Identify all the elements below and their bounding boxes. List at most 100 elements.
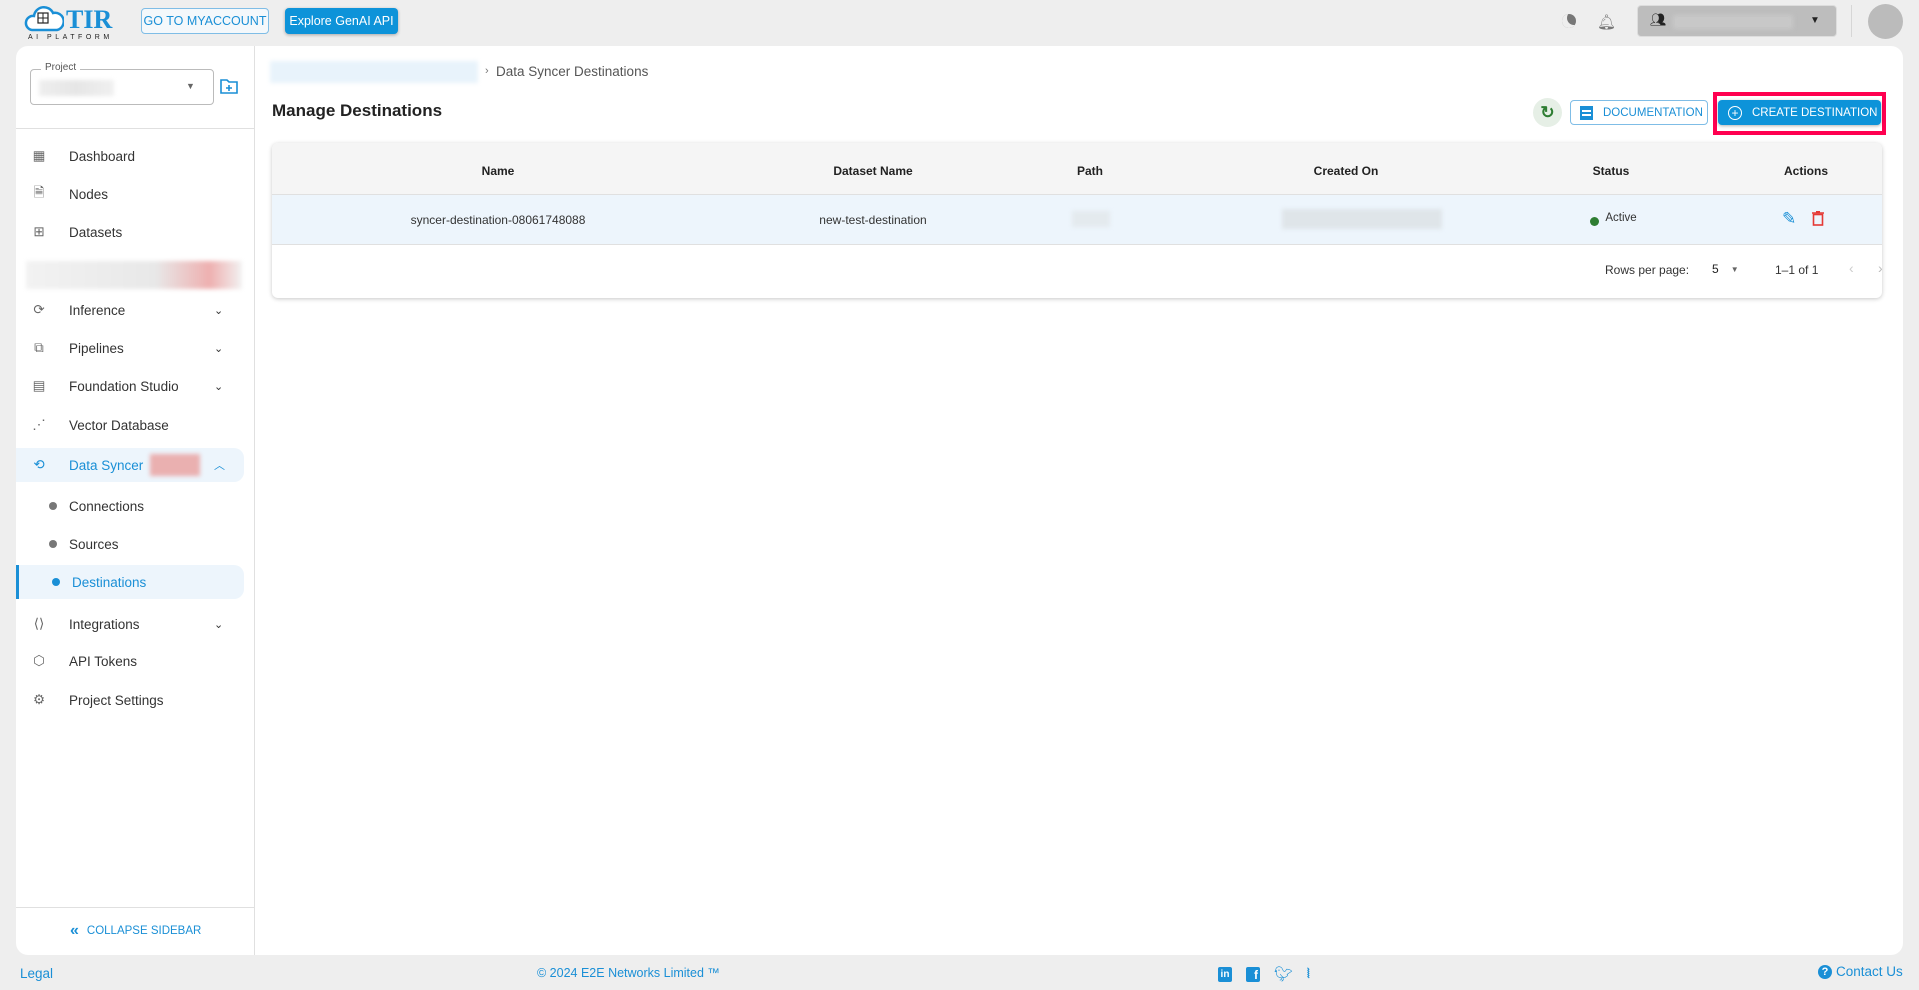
chevron-down-icon: ▼ <box>1810 15 1820 26</box>
create-label: CREATE DESTINATION <box>1752 106 1878 119</box>
status-active-dot <box>1590 217 1599 226</box>
destination-name: syncer-destination-08061748088 <box>410 213 586 227</box>
sync-icon: ⟲ <box>33 457 45 472</box>
add-folder-icon[interactable] <box>220 78 238 94</box>
twitter-icon[interactable]: 🐦︎ <box>1274 965 1293 983</box>
sidebar-item-dashboard[interactable]: ▦ Dashboard <box>16 139 244 173</box>
add-circle-icon: + <box>1728 105 1742 120</box>
page-title: Manage Destinations <box>272 101 443 120</box>
sidebar-item-label: Datasets <box>69 224 123 240</box>
sidebar-subitem-connections[interactable]: Connections <box>16 489 244 523</box>
documentation-button[interactable]: DOCUMENTATION <box>1570 100 1708 125</box>
refresh-button[interactable]: ↻ <box>1533 98 1562 127</box>
inference-icon: ⟳ <box>33 302 45 317</box>
sidebar-item-data-syncer[interactable]: ⟲ Data Syncer ︿ <box>16 448 244 482</box>
explore-genai-button[interactable]: Explore GenAI API <box>285 8 398 34</box>
account-selector[interactable]: 👥︎ ▼ <box>1637 5 1837 37</box>
bullet-icon <box>49 502 57 510</box>
double-chevron-left-icon: « <box>70 922 79 939</box>
sidebar-subitem-destinations[interactable]: Destinations <box>16 565 244 599</box>
table-row[interactable]: syncer-destination-08061748088 new-test-… <box>272 195 1882 245</box>
rows-per-page-value: 5 <box>1712 262 1719 276</box>
avatar[interactable] <box>1868 4 1903 39</box>
sidebar-subitem-sources[interactable]: Sources <box>16 527 244 561</box>
sidebar-item-label: Inference <box>69 302 126 318</box>
sidebar-item-label: Data Syncer <box>69 457 144 473</box>
contact-us-link[interactable]: ? Contact Us <box>1818 964 1903 979</box>
bullet-icon <box>52 578 60 586</box>
sidebar-item-label: Vector Database <box>69 417 169 433</box>
breadcrumb-redacted <box>270 61 478 83</box>
redacted-item <box>26 261 242 289</box>
sidebar-item-label: Project Settings <box>69 692 164 708</box>
chevron-down-icon: ⌄ <box>214 304 224 317</box>
rows-per-page-label: Rows per page: <box>1605 263 1690 277</box>
pipeline-icon: ⧉ <box>34 340 44 355</box>
logo[interactable]: TIR AI PLATFORM <box>24 4 119 42</box>
sidebar: Project ▼ ▦ Dashboard 🗎︎ Nodes ⊞ Datasets ⟳… <box>16 46 255 955</box>
sidebar-item-nodes[interactable]: 🗎︎ Nodes <box>16 177 244 211</box>
sidebar-item-pipelines[interactable]: ⧉ Pipelines ⌄ <box>16 331 244 365</box>
rss-icon[interactable]: ⦚ <box>1307 966 1310 982</box>
column-header[interactable]: Name <box>482 164 515 178</box>
chevron-down-icon: ⌄ <box>214 342 224 355</box>
breadcrumb-current: Data Syncer Destinations <box>496 64 649 79</box>
linkedin-icon[interactable]: in <box>1218 966 1232 982</box>
column-header: Actions <box>1783 164 1829 178</box>
sidebar-item-label: Dashboard <box>69 148 136 164</box>
main-card: Project ▼ ▦ Dashboard 🗎︎ Nodes ⊞ Datasets ⟳… <box>16 46 1903 955</box>
gear-icon: ⚙ <box>32 692 46 707</box>
facebook-icon[interactable]: f <box>1246 966 1260 982</box>
collapse-label: COLLAPSE SIDEBAR <box>86 925 202 937</box>
sidebar-item-vector-database[interactable]: ⋰ Vector Database <box>16 408 244 442</box>
sidebar-item-datasets[interactable]: ⊞ Datasets <box>16 215 244 249</box>
sidebar-item-label: Sources <box>69 536 119 552</box>
cloud-logo-icon <box>24 6 64 32</box>
column-header[interactable]: Path <box>1077 164 1103 178</box>
edit-icon[interactable]: ✎ <box>1782 209 1796 229</box>
sidebar-item-foundation-studio[interactable]: ▤ Foundation Studio ⌄ <box>16 369 244 403</box>
project-label: Project <box>41 62 81 73</box>
sidebar-item-label: Destinations <box>72 574 147 590</box>
next-page-icon[interactable]: › <box>1878 260 1882 276</box>
dataset-name: new-test-destination <box>819 213 927 227</box>
destinations-table: Name Dataset Name Path Created On Status… <box>272 143 1882 298</box>
delete-icon[interactable] <box>1812 211 1824 226</box>
sidebar-item-inference[interactable]: ⟳ Inference ⌄ <box>16 293 244 327</box>
path-redacted <box>1072 211 1110 227</box>
collapse-sidebar-button[interactable]: « COLLAPSE SIDEBAR <box>70 922 201 940</box>
token-icon: ⬡ <box>33 653 45 668</box>
sidebar-item-label: Nodes <box>69 186 109 202</box>
project-select[interactable]: Project ▼ <box>30 62 214 105</box>
column-header[interactable]: Dataset Name <box>833 164 912 178</box>
previous-page-icon[interactable]: ‹ <box>1849 260 1854 276</box>
users-icon: 👥︎ <box>1650 12 1667 27</box>
sidebar-item-integrations[interactable]: ⟨⟩ Integrations ⌄ <box>16 607 244 641</box>
document-icon <box>1580 105 1593 120</box>
column-header[interactable]: Created On <box>1314 164 1379 178</box>
go-to-myaccount-button[interactable]: GO TO MYACCOUNT <box>141 8 269 34</box>
bullet-icon <box>49 540 57 548</box>
integration-icon: ⟨⟩ <box>33 616 45 631</box>
vector-icon: ⋰ <box>32 417 46 432</box>
redacted-badge <box>150 454 200 476</box>
dark-mode-icon[interactable] <box>1562 14 1576 28</box>
chevron-down-icon: ▼ <box>1730 265 1739 274</box>
documentation-label: DOCUMENTATION <box>1603 106 1703 119</box>
create-destination-button[interactable]: + CREATE DESTINATION <box>1718 100 1881 125</box>
dashboard-icon: ▦ <box>32 148 46 163</box>
sidebar-item-label: Foundation Studio <box>69 378 179 394</box>
chevron-up-icon: ︿ <box>214 460 225 472</box>
document-icon: 🗎︎ <box>33 184 45 200</box>
sidebar-item-project-settings[interactable]: ⚙ Project Settings <box>16 683 244 717</box>
pagination-range: 1–1 of 1 <box>1775 263 1819 277</box>
sidebar-item-api-tokens[interactable]: ⬡ API Tokens <box>16 644 244 678</box>
help-icon: ? <box>1818 964 1832 979</box>
legal-link[interactable]: Legal <box>20 966 53 981</box>
notification-bell-icon[interactable]: 🔔︎ <box>1597 13 1616 31</box>
table-header: Name Dataset Name Path Created On Status… <box>272 143 1882 195</box>
rows-per-page-select[interactable]: 5 ▼ <box>1712 262 1739 276</box>
column-header[interactable]: Status <box>1593 164 1630 178</box>
chevron-down-icon: ▼ <box>186 81 195 91</box>
grid-icon: ⊞ <box>33 224 45 239</box>
